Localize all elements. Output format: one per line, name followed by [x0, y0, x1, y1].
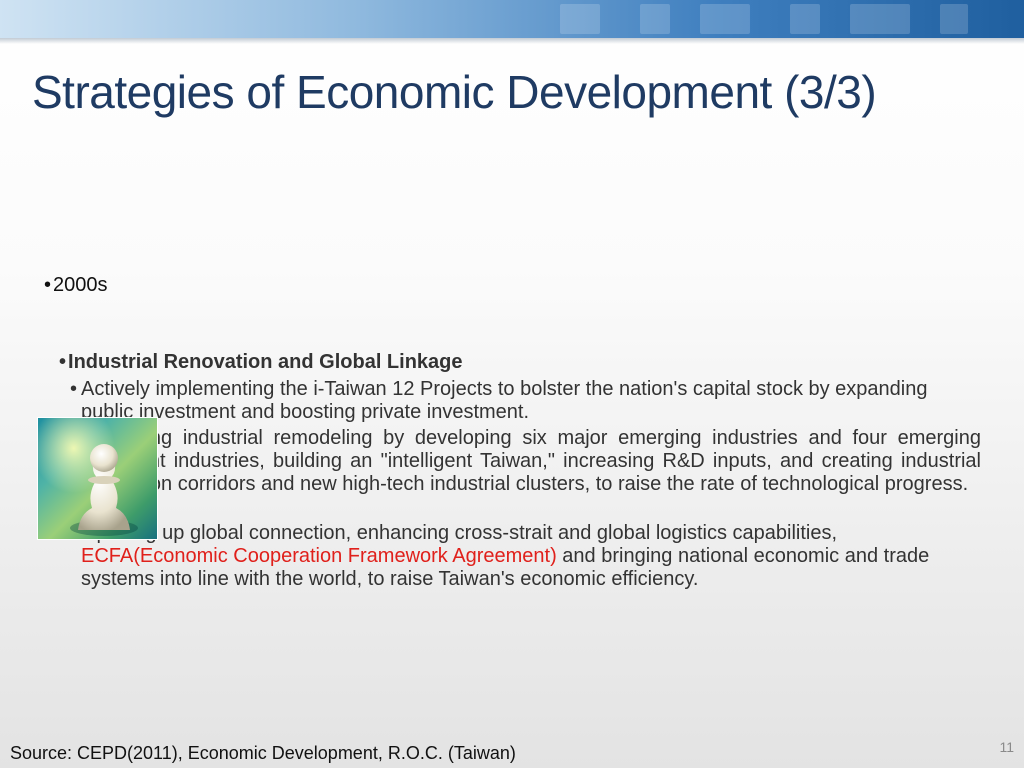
bullet-icon: • — [70, 378, 78, 400]
list-item: • Opening up global connection, enhancin… — [70, 522, 981, 591]
list-item-text: Actively implementing the i-Taiwan 12 Pr… — [81, 378, 928, 423]
section-heading: • Industrial Renovation and Global Linkag… — [59, 349, 989, 375]
chess-pawn-image — [37, 417, 158, 540]
pawn-icon — [70, 444, 138, 536]
header-banner — [0, 0, 1024, 38]
list-item: • Actively implementing the i-Taiwan 12 … — [70, 378, 981, 424]
era-bullet: • 2000s — [44, 272, 108, 298]
slide-title: Strategies of Economic Development (3/3) — [32, 66, 877, 118]
source-citation: Source: CEPD(2011), Economic Development… — [10, 743, 516, 763]
section-heading-text: Industrial Renovation and Global Linkage — [68, 351, 463, 373]
list-item: • Promoting industrial remodeling by dev… — [70, 427, 981, 496]
bullet-icon: • — [59, 351, 67, 373]
page-number: 11 — [999, 739, 1014, 755]
era-label: 2000s — [53, 274, 108, 296]
list-item-text: Promoting industrial remodeling by devel… — [81, 427, 981, 495]
list-item-text-before: Opening up global connection, enhancing … — [81, 522, 838, 544]
bullet-icon: • — [44, 274, 52, 296]
ecfa-highlight: ECFA(Economic Cooperation Framework Agre… — [81, 545, 557, 567]
header-divider — [0, 38, 1024, 44]
